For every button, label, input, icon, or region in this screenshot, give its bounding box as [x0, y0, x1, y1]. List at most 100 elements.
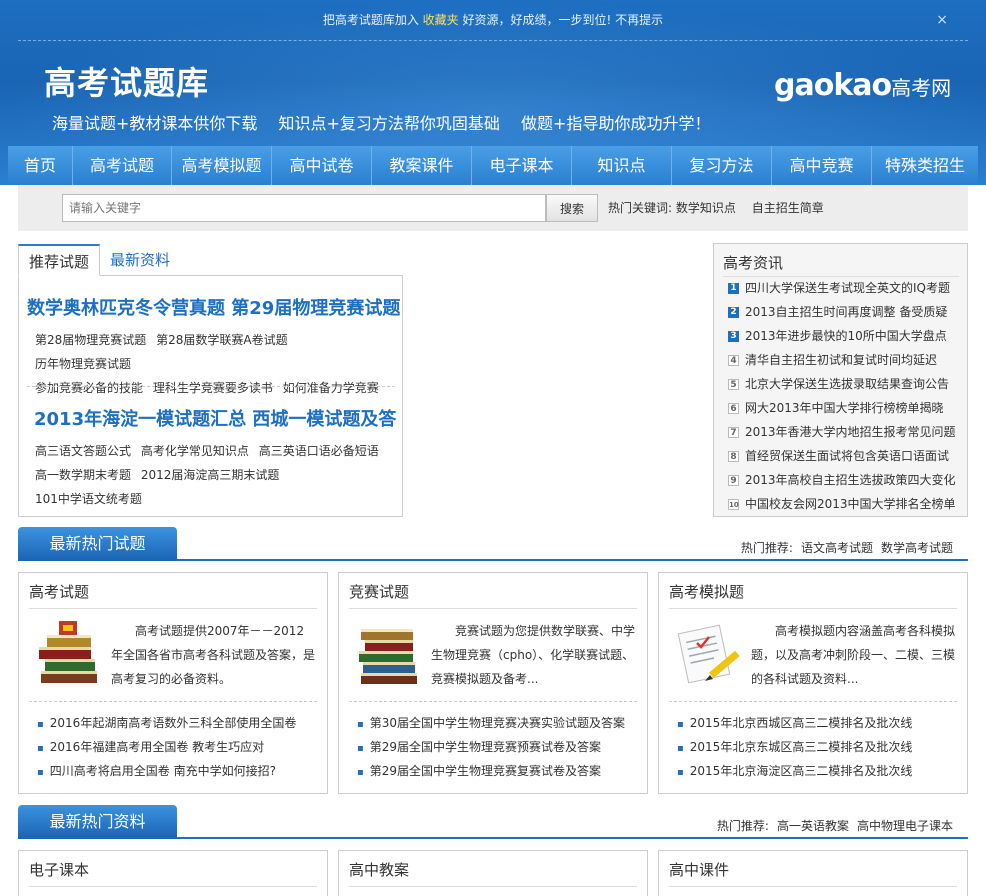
recommend-link[interactable]: 2012届海淀高三期末试题	[141, 468, 280, 482]
card-title[interactable]: 电子课本	[29, 859, 89, 880]
favorites-bar: 把高考试题库加入 收藏夹 好资源，好成绩，一步到位! 不再提示 ×	[0, 0, 986, 40]
news-item[interactable]: 6 网大2013年中国大学排行榜榜单揭晓	[728, 396, 964, 420]
headline-link[interactable]: 数学奥林匹克冬令营真题 第29届物理竞赛试题	[27, 294, 400, 320]
section-title[interactable]: 最新热门资料	[18, 805, 177, 839]
list-item[interactable]: 2016年起湖南高考语数外三科全部使用全国卷	[37, 711, 297, 735]
card-link[interactable]: 四川高考将启用全国卷 南充中学如何接招?	[50, 764, 276, 778]
news-link[interactable]: 2013年进步最快的10所中国大学盘点	[745, 324, 947, 348]
card-title[interactable]: 高中课件	[669, 859, 729, 880]
section-title[interactable]: 最新热门试题	[18, 527, 177, 561]
headline-link[interactable]: 2013年海淀一模试题汇总 西城一模试题及答	[34, 405, 396, 431]
divider	[29, 886, 317, 887]
section-header-hot-exams: 最新热门试题 热门推荐: 语文高考试题 数学高考试题	[18, 527, 968, 561]
favorites-text-before: 把高考试题库加入	[322, 13, 419, 27]
hot-link[interactable]: 语文高考试题	[801, 541, 873, 555]
news-item[interactable]: 1 四川大学保送生考试现全英文的IQ考题	[728, 276, 964, 300]
news-item[interactable]: 2 2013自主招生时间再度调整 备受质疑	[728, 300, 964, 324]
news-link[interactable]: 2013年高校自主招生选拔政策四大变化	[745, 468, 956, 492]
card-title[interactable]: 高考模拟题	[669, 581, 744, 602]
nav-item-knowledge[interactable]: 知识点	[572, 146, 672, 185]
recommend-links: 第28届物理竞赛试题 第28届数学联赛A卷试题 历年物理竞赛试题 参加竞赛必备的…	[35, 328, 395, 400]
recommend-link[interactable]: 如何准备力学竞赛	[283, 381, 379, 395]
news-link[interactable]: 北京大学保送生选拔录取结果查询公告	[745, 372, 949, 396]
add-favorites-link[interactable]: 收藏夹	[423, 13, 459, 27]
logo-cn: 高考网	[891, 76, 952, 100]
news-item[interactable]: 7 2013年香港大学内地招生报考常见问题	[728, 420, 964, 444]
card-link[interactable]: 2015年北京东城区高三二模排名及批次线	[690, 740, 913, 754]
divider	[669, 886, 957, 887]
nav-item-mock[interactable]: 高考模拟题	[172, 146, 272, 185]
search-input[interactable]	[62, 194, 546, 222]
gaokao-logo[interactable]: gaokao高考网	[774, 68, 951, 103]
nav-item-ebooks[interactable]: 电子课本	[472, 146, 572, 185]
card-link[interactable]: 第29届全国中学生物理竞赛预赛试卷及答案	[370, 740, 601, 754]
card-title[interactable]: 高中教案	[349, 859, 409, 880]
news-item[interactable]: 8 首经贸保送生面试将包含英语口语面试	[728, 444, 964, 468]
rank-badge: 5	[728, 378, 739, 390]
nav-item-exams[interactable]: 高考试题	[73, 146, 172, 185]
list-item[interactable]: 四川高考将启用全国卷 南充中学如何接招?	[37, 759, 296, 783]
news-item[interactable]: 5 北京大学保送生选拔录取结果查询公告	[728, 372, 964, 396]
nav-item-review[interactable]: 复习方法	[672, 146, 772, 185]
card-title[interactable]: 高考试题	[29, 581, 89, 602]
close-icon[interactable]: ×	[936, 0, 948, 40]
news-link[interactable]: 清华自主招生初试和复试时间均延迟	[745, 348, 937, 372]
dismiss-link[interactable]: 不再提示	[615, 13, 663, 27]
news-item[interactable]: 3 2013年进步最快的10所中国大学盘点	[728, 324, 964, 348]
card-competition-exams: 竞赛试题 竞赛试题为您提供数学联赛、中学生物理竞赛（cpho）、化学联赛试题、竞…	[338, 572, 648, 794]
list-item[interactable]: 第29届全国中学生物理竞赛复赛试卷及答案	[357, 759, 625, 783]
rank-badge: 4	[728, 354, 739, 366]
tab-latest[interactable]: 最新资料	[100, 244, 180, 276]
news-link[interactable]: 2013年香港大学内地招生报考常见问题	[745, 420, 956, 444]
nav-item-competition[interactable]: 高中竞赛	[772, 146, 872, 185]
news-link[interactable]: 2013自主招生时间再度调整 备受质疑	[745, 300, 947, 324]
card-gaokao-exams: 高考试题 高考试题提供2007年－－2012年全国各省市高考各科试题及答案，是高…	[18, 572, 328, 794]
hot-link[interactable]: 数学高考试题	[881, 541, 953, 555]
card-link[interactable]: 第29届全国中学生物理竞赛复赛试卷及答案	[370, 764, 601, 778]
news-link[interactable]: 中国校友会网2013中国大学排名全榜单	[745, 492, 956, 516]
card-link[interactable]: 2016年起湖南高考语数外三科全部使用全国卷	[50, 716, 297, 730]
nav-item-special[interactable]: 特殊类招生	[872, 146, 978, 185]
news-item[interactable]: 9 2013年高校自主招生选拔政策四大变化	[728, 468, 964, 492]
recommend-link[interactable]: 高一数学期末考题	[35, 468, 131, 482]
nav-item-lessons[interactable]: 教案课件	[372, 146, 472, 185]
card-link[interactable]: 2016年福建高考用全国卷 教考生巧应对	[50, 740, 264, 754]
section-header-hot-materials: 最新热门资料 热门推荐: 高一英语教案 高中物理电子课本	[18, 805, 968, 839]
hot-link[interactable]: 高中物理电子课本	[857, 819, 953, 833]
hot-link[interactable]: 高一英语教案	[777, 819, 849, 833]
news-link[interactable]: 四川大学保送生考试现全英文的IQ考题	[745, 276, 950, 300]
recommend-link[interactable]: 理科生学竞赛要多读书	[153, 381, 273, 395]
recommend-link[interactable]: 101中学语文统考题	[35, 492, 142, 506]
recommend-link[interactable]: 第28届数学联赛A卷试题	[156, 333, 287, 347]
news-link[interactable]: 网大2013年中国大学排行榜榜单揭晓	[745, 396, 944, 420]
card-link[interactable]: 2015年北京海淀区高三二模排名及批次线	[690, 764, 913, 778]
card-lesson-plans: 高中教案	[338, 850, 648, 896]
divider	[669, 701, 957, 702]
hot-keyword-link[interactable]: 自主招生简章	[752, 201, 824, 215]
news-item[interactable]: 4 清华自主招生初试和复试时间均延迟	[728, 348, 964, 372]
list-item[interactable]: 2016年福建高考用全国卷 教考生巧应对	[37, 735, 296, 759]
nav-item-home[interactable]: 首页	[8, 146, 73, 185]
list-item[interactable]: 第30届全国中学生物理竞赛决赛实验试题及答案	[357, 711, 625, 735]
recommend-link[interactable]: 第28届物理竞赛试题	[35, 333, 146, 347]
hot-keyword-link[interactable]: 数学知识点	[676, 201, 736, 215]
list-item[interactable]: 2015年北京海淀区高三二模排名及批次线	[677, 759, 913, 783]
recommend-link[interactable]: 参加竞赛必备的技能	[35, 381, 143, 395]
card-link[interactable]: 第30届全国中学生物理竞赛决赛实验试题及答案	[370, 716, 625, 730]
tab-recommended[interactable]: 推荐试题	[18, 244, 101, 276]
search-button[interactable]: 搜索	[546, 194, 598, 222]
recommend-link[interactable]: 高三语文答题公式	[35, 444, 131, 458]
recommend-link[interactable]: 高考化学常见知识点	[141, 444, 249, 458]
news-link[interactable]: 首经贸保送生面试将包含英语口语面试	[745, 444, 949, 468]
recommend-link[interactable]: 高三英语口语必备短语	[259, 444, 379, 458]
divider	[27, 386, 395, 387]
news-item[interactable]: 10 中国校友会网2013中国大学排名全榜单	[728, 492, 964, 516]
nav-item-papers[interactable]: 高中试卷	[272, 146, 372, 185]
recommend-links: 高三语文答题公式 高考化学常见知识点 高三英语口语必备短语 高一数学期末考题 2…	[35, 439, 395, 511]
list-item[interactable]: 第29届全国中学生物理竞赛预赛试卷及答案	[357, 735, 625, 759]
list-item[interactable]: 2015年北京东城区高三二模排名及批次线	[677, 735, 913, 759]
recommend-link[interactable]: 历年物理竞赛试题	[35, 357, 131, 371]
card-link[interactable]: 2015年北京西城区高三二模排名及批次线	[690, 716, 913, 730]
list-item[interactable]: 2015年北京西城区高三二模排名及批次线	[677, 711, 913, 735]
card-title[interactable]: 竞赛试题	[349, 581, 409, 602]
